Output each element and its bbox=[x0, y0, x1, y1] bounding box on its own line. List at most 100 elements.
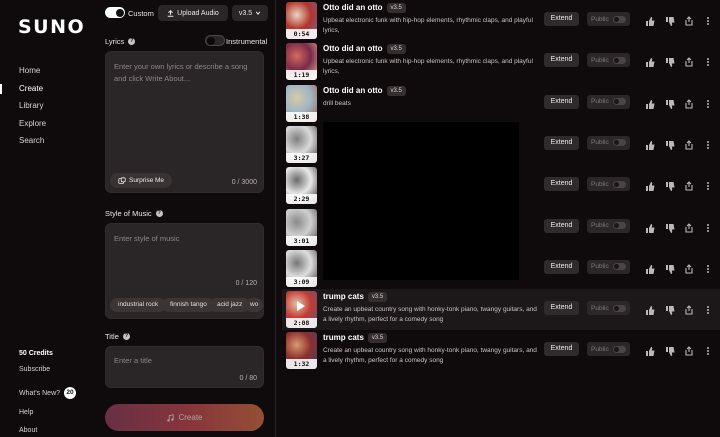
more-icon[interactable] bbox=[703, 13, 713, 25]
public-toggle[interactable]: Public bbox=[587, 177, 630, 192]
sidebar-item-home[interactable]: Home bbox=[0, 62, 92, 80]
share-icon[interactable] bbox=[684, 343, 694, 356]
thumbs-up-icon[interactable] bbox=[645, 13, 655, 26]
thumbs-up-icon[interactable] bbox=[645, 54, 655, 68]
public-switch[interactable] bbox=[612, 15, 626, 23]
whats-new-link[interactable]: What's New? 20 bbox=[19, 385, 89, 403]
song-cover[interactable]: 2:29 bbox=[286, 167, 317, 205]
extend-button[interactable]: Extend bbox=[544, 94, 579, 109]
help-icon[interactable]: ? bbox=[128, 38, 136, 45]
subscribe-link[interactable]: Subscribe bbox=[19, 365, 89, 383]
more-icon[interactable] bbox=[703, 96, 713, 108]
more-icon[interactable] bbox=[703, 137, 713, 149]
custom-toggle[interactable] bbox=[105, 7, 125, 18]
song-title[interactable]: Otto did an otto bbox=[323, 86, 383, 95]
help-icon[interactable]: ? bbox=[155, 210, 163, 217]
thumbs-up-icon[interactable] bbox=[645, 220, 655, 233]
song-title-row[interactable]: Otto did an otto v3.5 bbox=[323, 85, 406, 96]
song-row[interactable]: 0:54 Otto did an otto v3.5 Upbeat electroni… bbox=[282, 0, 720, 41]
public-toggle[interactable]: Public bbox=[587, 94, 630, 109]
sidebar-item-search[interactable]: Search bbox=[0, 132, 92, 150]
share-icon[interactable] bbox=[684, 220, 694, 233]
public-switch[interactable] bbox=[612, 222, 626, 229]
share-icon[interactable] bbox=[684, 302, 694, 315]
song-title[interactable]: trump cats bbox=[323, 292, 364, 301]
extend-button[interactable]: Extend bbox=[544, 301, 579, 316]
thumbs-down-icon[interactable] bbox=[665, 261, 675, 274]
thumbs-down-icon[interactable] bbox=[665, 96, 675, 109]
thumbs-down-icon[interactable] bbox=[665, 302, 675, 316]
extend-button[interactable]: Extend bbox=[544, 342, 579, 357]
song-cover[interactable]: 3:01 bbox=[286, 208, 317, 246]
upload-audio-button[interactable]: Upload Audio bbox=[158, 5, 228, 21]
more-icon[interactable] bbox=[703, 54, 713, 67]
share-icon[interactable] bbox=[684, 261, 694, 274]
song-title-row[interactable]: trump cats v3.5 bbox=[323, 292, 388, 303]
thumbs-up-icon[interactable] bbox=[645, 302, 655, 316]
create-button[interactable]: Create bbox=[105, 404, 264, 431]
share-icon[interactable] bbox=[684, 96, 694, 109]
sidebar-item-explore[interactable]: Explore bbox=[0, 115, 92, 133]
style-chip[interactable]: industrial rock bbox=[110, 298, 167, 312]
extend-button[interactable]: Extend bbox=[544, 12, 579, 26]
more-icon[interactable] bbox=[703, 178, 713, 191]
thumbs-up-icon[interactable] bbox=[645, 96, 655, 109]
song-row[interactable]: 1:19 Otto did an otto v3.5 Upbeat electroni… bbox=[282, 41, 720, 82]
public-toggle[interactable]: Public bbox=[587, 301, 630, 316]
extend-button[interactable]: Extend bbox=[544, 259, 579, 274]
version-select[interactable]: v3.5 bbox=[232, 5, 268, 21]
thumbs-up-icon[interactable] bbox=[645, 178, 655, 192]
thumbs-down-icon[interactable] bbox=[665, 13, 675, 26]
lyrics-input[interactable]: Enter your own lyrics or describe a song… bbox=[105, 51, 264, 193]
public-toggle[interactable]: Public bbox=[587, 53, 630, 68]
song-title[interactable]: Otto did an otto bbox=[323, 3, 383, 12]
thumbs-down-icon[interactable] bbox=[665, 178, 675, 192]
extend-button[interactable]: Extend bbox=[544, 53, 579, 68]
public-toggle[interactable]: Public bbox=[587, 259, 630, 274]
extend-button[interactable]: Extend bbox=[544, 135, 579, 150]
thumbs-down-icon[interactable] bbox=[665, 137, 675, 150]
public-switch[interactable] bbox=[612, 56, 626, 64]
song-cover[interactable]: 0:54 bbox=[286, 2, 317, 39]
style-chip[interactable]: wo bbox=[245, 298, 264, 312]
share-icon[interactable] bbox=[684, 54, 694, 67]
song-title[interactable]: trump cats bbox=[323, 333, 364, 342]
extend-button[interactable]: Extend bbox=[544, 218, 579, 233]
style-chip[interactable]: finnish tango bbox=[162, 298, 215, 312]
title-input[interactable]: Enter a title 0 / 80 bbox=[105, 346, 264, 388]
help-icon[interactable]: ? bbox=[122, 333, 130, 340]
song-title[interactable]: Otto did an otto bbox=[323, 44, 383, 53]
song-cover[interactable]: 3:27 bbox=[286, 125, 317, 163]
song-title-row[interactable]: Otto did an otto v3.5 bbox=[323, 44, 406, 55]
public-switch[interactable] bbox=[612, 180, 626, 188]
thumbs-up-icon[interactable] bbox=[645, 137, 655, 150]
suno-logo[interactable]: SUNO bbox=[18, 16, 85, 38]
more-icon[interactable] bbox=[703, 220, 713, 232]
public-switch[interactable] bbox=[612, 139, 626, 147]
song-row[interactable]: 1:32 trump cats v3.5 Create an upbeat count… bbox=[282, 330, 720, 371]
extend-button[interactable]: Extend bbox=[544, 177, 579, 192]
thumbs-down-icon[interactable] bbox=[665, 343, 675, 357]
public-toggle[interactable]: Public bbox=[587, 342, 630, 357]
share-icon[interactable] bbox=[684, 13, 694, 26]
song-title-row[interactable]: trump cats v3.5 bbox=[323, 333, 388, 344]
instrumental-toggle[interactable] bbox=[205, 35, 225, 46]
public-switch[interactable] bbox=[612, 98, 626, 106]
thumbs-up-icon[interactable] bbox=[645, 261, 655, 274]
play-icon[interactable] bbox=[297, 301, 305, 312]
help-link[interactable]: Help bbox=[19, 408, 89, 426]
public-switch[interactable] bbox=[612, 345, 626, 353]
public-toggle[interactable]: Public bbox=[587, 12, 630, 26]
about-link[interactable]: About bbox=[19, 426, 89, 437]
song-cover[interactable]: 2:08 bbox=[286, 291, 317, 329]
share-icon[interactable] bbox=[684, 178, 694, 191]
song-cover[interactable]: 1:38 bbox=[286, 84, 317, 122]
sidebar-item-library[interactable]: Library bbox=[0, 97, 92, 115]
song-cover[interactable]: 3:09 bbox=[286, 249, 317, 287]
song-title-row[interactable]: Otto did an otto v3.5 bbox=[323, 3, 406, 13]
more-icon[interactable] bbox=[703, 343, 713, 356]
more-icon[interactable] bbox=[703, 302, 713, 315]
public-switch[interactable] bbox=[612, 263, 626, 271]
public-toggle[interactable]: Public bbox=[587, 218, 630, 233]
surprise-me-button[interactable]: Surprise Me bbox=[110, 173, 173, 188]
